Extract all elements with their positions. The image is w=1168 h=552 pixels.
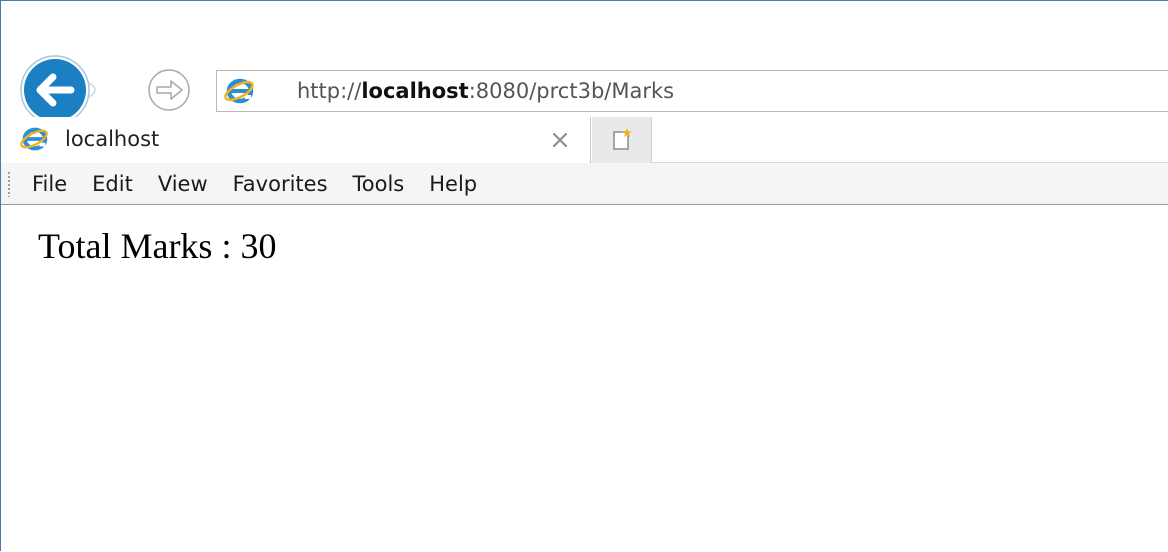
forward-arrow-icon bbox=[148, 69, 190, 111]
new-tab-button[interactable] bbox=[592, 117, 652, 163]
url-prefix: http:// bbox=[297, 79, 362, 103]
close-tab-button[interactable] bbox=[549, 129, 571, 151]
url-text[interactable]: http://localhost:8080/prct3b/Marks bbox=[297, 77, 674, 105]
ie-logo-icon bbox=[19, 125, 49, 153]
tab-localhost[interactable]: localhost bbox=[1, 117, 591, 163]
total-marks-text: Total Marks : 30 bbox=[38, 226, 277, 266]
ie-logo-icon bbox=[223, 76, 255, 106]
tab-title: localhost bbox=[65, 127, 160, 151]
navigation-bar: http://localhost:8080/prct3b/Marks bbox=[1, 1, 1168, 125]
browser-window: http://localhost:8080/prct3b/Marks local… bbox=[0, 0, 1168, 552]
new-tab-icon bbox=[612, 128, 632, 150]
menu-edit[interactable]: Edit bbox=[87, 167, 138, 201]
url-path: :8080/prct3b/Marks bbox=[468, 79, 675, 103]
back-button[interactable] bbox=[13, 53, 123, 127]
page-content: Total Marks : 30 bbox=[1, 205, 1168, 552]
menu-items: File Edit View Favorites Tools Help bbox=[27, 163, 497, 205]
close-icon bbox=[553, 133, 567, 147]
menu-file[interactable]: File bbox=[27, 167, 72, 201]
url-host: localhost bbox=[361, 79, 469, 103]
address-bar[interactable]: http://localhost:8080/prct3b/Marks bbox=[216, 70, 1168, 112]
menu-bar-grip bbox=[7, 171, 11, 197]
menu-view[interactable]: View bbox=[153, 167, 213, 201]
menu-favorites[interactable]: Favorites bbox=[228, 167, 333, 201]
menu-tools[interactable]: Tools bbox=[348, 167, 410, 201]
forward-button[interactable] bbox=[129, 67, 209, 113]
menu-help[interactable]: Help bbox=[424, 167, 482, 201]
menu-bar: File Edit View Favorites Tools Help bbox=[1, 163, 1168, 205]
back-arrow-icon bbox=[20, 55, 96, 125]
tab-strip: localhost bbox=[1, 117, 1168, 163]
